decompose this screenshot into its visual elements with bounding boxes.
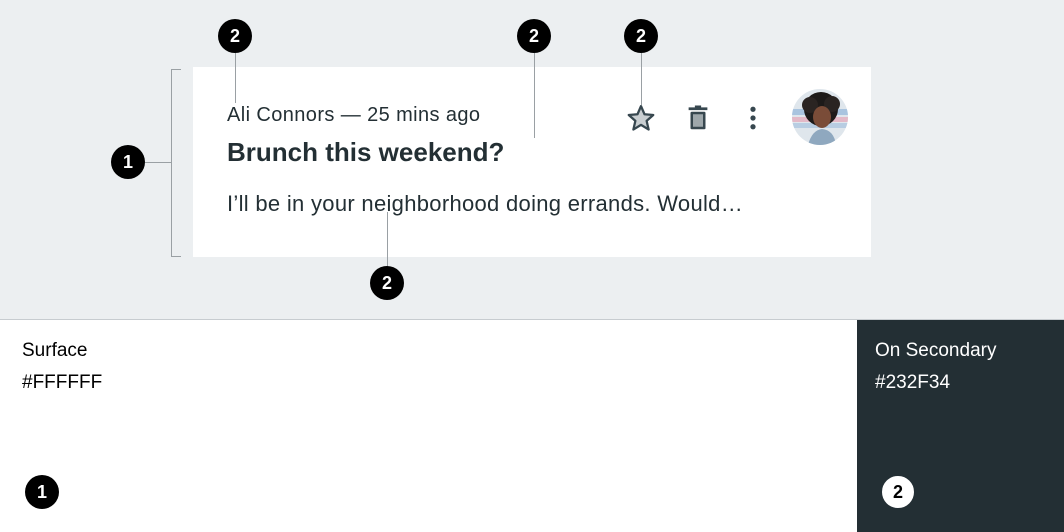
star-icon[interactable] [626, 103, 656, 138]
leader-meta [235, 53, 236, 103]
bracket-top [171, 69, 181, 70]
swatch-badge: 1 [25, 475, 59, 509]
bracket-vertical [171, 69, 172, 257]
surface-swatch: Surface #FFFFFF 1 [0, 320, 857, 532]
on-secondary-swatch: On Secondary #232F34 2 [857, 320, 1064, 532]
annotation-badge-title: 2 [517, 19, 551, 53]
sender-meta: Ali Connors — 25 mins ago [227, 104, 481, 126]
swatch-name: Surface [22, 340, 88, 361]
delete-icon[interactable] [683, 103, 713, 138]
bracket-leader [145, 162, 172, 163]
avatar[interactable] [792, 89, 848, 145]
leader-body [387, 212, 388, 267]
email-subject: Brunch this weekend? [227, 137, 505, 167]
swatch-badge: 2 [881, 475, 915, 509]
swatch-hex: #232F34 [875, 372, 951, 393]
annotation-badge-body: 2 [370, 266, 404, 300]
preview-area: Ali Connors — 25 mins ago Brunch this we… [0, 0, 1064, 320]
annotation-badge-meta: 2 [218, 19, 252, 53]
annotation-badge-container: 1 [111, 145, 145, 179]
email-card[interactable]: Ali Connors — 25 mins ago Brunch this we… [193, 67, 871, 257]
swatch-name: On Secondary [875, 340, 997, 361]
more-vert-icon[interactable] [738, 103, 768, 138]
swatch-hex: #FFFFFF [22, 372, 103, 393]
leader-title [534, 53, 535, 138]
annotation-badge-star: 2 [624, 19, 658, 53]
bracket-bottom [171, 256, 181, 257]
email-preview: I’ll be in your neighborhood doing erran… [227, 191, 744, 216]
leader-star [641, 53, 642, 105]
